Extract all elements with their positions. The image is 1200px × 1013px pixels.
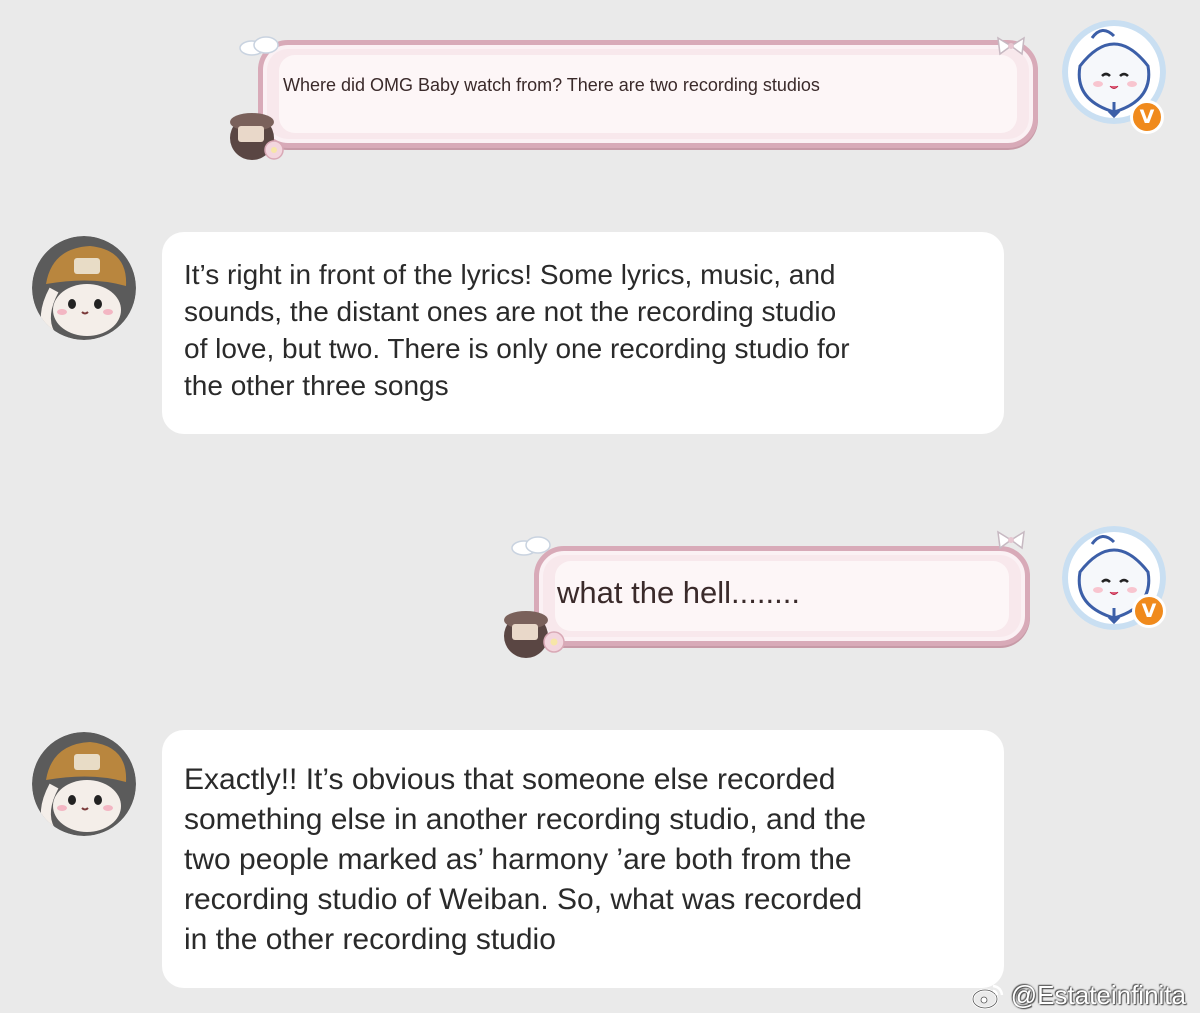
message-line: something else in another recording stud… [184, 803, 867, 836]
contact-avatar[interactable] [32, 236, 136, 340]
message-line: sounds, the distant ones are not the rec… [184, 296, 837, 327]
vip-badge: V [1130, 100, 1164, 134]
message-bubble-received[interactable]: It’s right in front of the lyrics! Some … [162, 232, 1004, 434]
watermark: @Estateinfinita [971, 980, 1186, 1011]
cloud-decoration-icon [239, 36, 279, 56]
watermark-handle: @Estateinfinita [1010, 980, 1186, 1010]
bow-decoration-icon [997, 530, 1025, 550]
message-text: Where did OMG Baby watch from? There are… [283, 75, 820, 95]
message-line: two people marked as’ harmony ’are both … [184, 843, 852, 876]
message-text: what the hell........ [557, 575, 800, 610]
bow-decoration-icon [997, 36, 1025, 56]
pudding-jar-icon [504, 611, 565, 658]
contact-avatar[interactable] [32, 732, 136, 836]
message-line: in the other recording studio [184, 923, 556, 956]
cloud-decoration-icon [511, 536, 551, 556]
pudding-jar-icon [230, 113, 284, 160]
message-bubble-sent[interactable]: Where did OMG Baby watch from? There are… [258, 40, 1038, 148]
message-line: recording studio of Weiban. So, what was… [184, 883, 863, 916]
message-bubble-sent[interactable]: what the hell........ [534, 546, 1030, 646]
message-line: Exactly!! It’s obvious that someone else… [184, 763, 836, 796]
message-line: the other three songs [184, 370, 449, 401]
message-bubble-received[interactable]: Exactly!! It’s obvious that someone else… [162, 730, 1004, 988]
message-line: It’s right in front of the lyrics! Some … [184, 259, 836, 290]
chat-thread: Where did OMG Baby watch from? There are… [0, 0, 1200, 1013]
weibo-logo-icon [971, 984, 1003, 1009]
vip-badge: V [1132, 594, 1166, 628]
message-line: of love, but two. There is only one reco… [184, 333, 850, 364]
